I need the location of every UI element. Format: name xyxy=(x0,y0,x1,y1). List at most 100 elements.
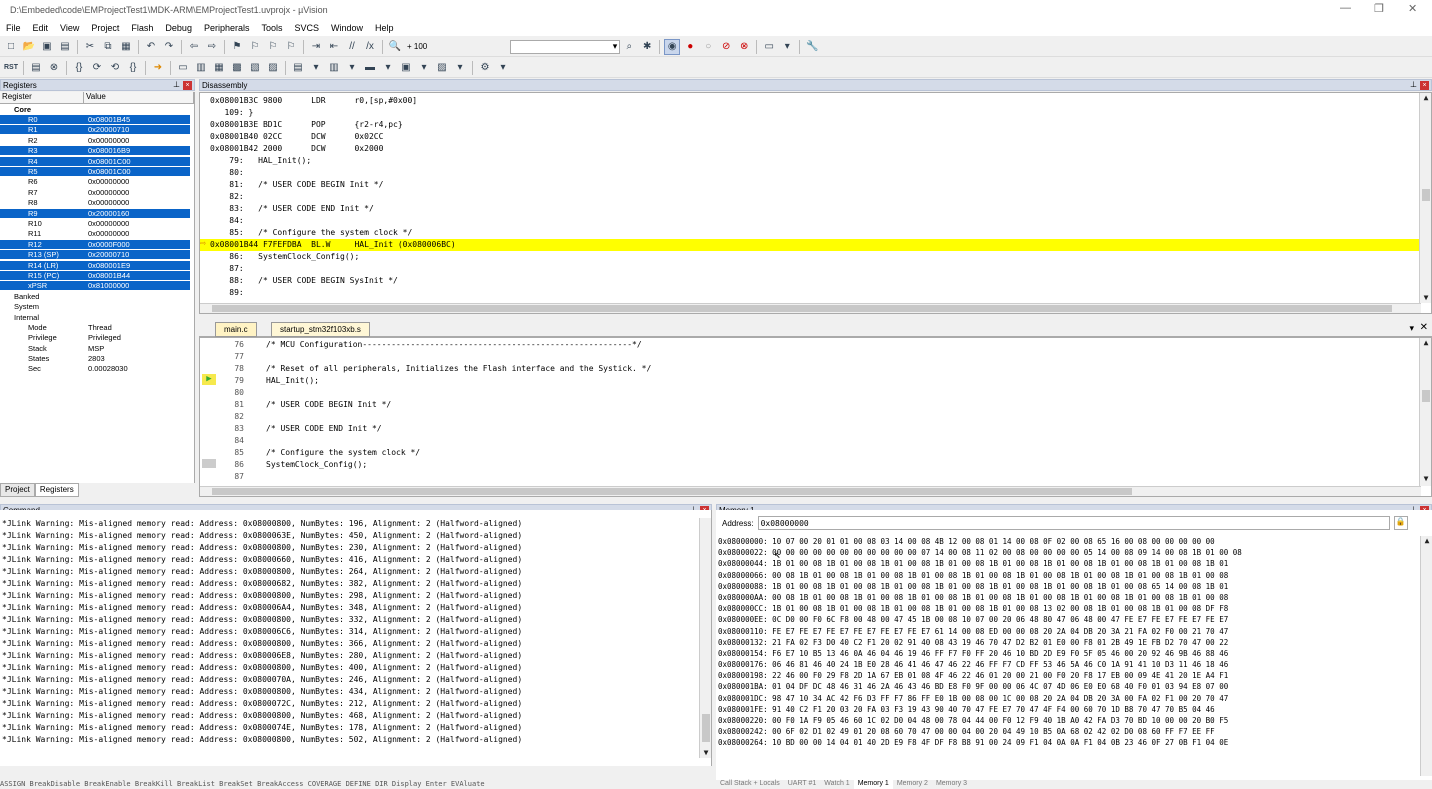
code-line[interactable]: 76 /* MCU Configuration------------------… xyxy=(200,339,1431,351)
register-row[interactable]: Stack MSP xyxy=(0,343,194,353)
breakpoint-disable-icon[interactable]: ○ xyxy=(700,39,716,55)
tab-list-dropdown-icon[interactable]: ▾ xyxy=(1409,323,1414,334)
bottom-tab[interactable]: Memory 1 xyxy=(853,780,893,789)
disassembly-line[interactable]: 79: HAL_Init(); xyxy=(200,155,1431,167)
debug-session-icon[interactable]: ◉ xyxy=(664,38,681,55)
run-icon[interactable]: ▤ xyxy=(28,60,44,76)
register-value[interactable]: 0x20000160 xyxy=(84,208,190,218)
scroll-thumb[interactable] xyxy=(1422,189,1430,201)
address-input[interactable] xyxy=(757,516,1390,530)
disassembly-line[interactable]: 0x08001B44 F7FEFDBA BL.W HAL_Init (0x080… xyxy=(200,239,1431,251)
vertical-scrollbar[interactable]: ▲ ▼ xyxy=(1419,93,1431,303)
disassembly-line[interactable]: 82: xyxy=(200,191,1431,203)
watch-window-icon[interactable]: ▨ xyxy=(265,60,281,76)
disassembly-line[interactable]: 0x08001B3C 9800 LDR r0,[sp,#0x00] xyxy=(200,95,1431,107)
code-line[interactable]: 86 SystemClock_Config(); xyxy=(200,459,1431,471)
memory-dump[interactable]: 0x08000000: 10 07 00 20 01 01 00 08 03 1… xyxy=(716,536,1432,749)
column-value[interactable]: Value xyxy=(84,92,194,103)
disassembly-line[interactable]: 0x08001B42 2000 DCW 0x2000 xyxy=(200,143,1431,155)
memory-row[interactable]: 0x080001BA: 01 04 DF DC 48 46 31 46 2A 4… xyxy=(716,681,1432,692)
register-value[interactable]: 0x080016B9 xyxy=(84,146,190,156)
register-row[interactable]: xPSR 0x81000000 xyxy=(0,281,194,291)
find-in-files-icon[interactable]: 🔍 xyxy=(387,39,403,55)
register-row[interactable]: R4 0x08001C00 xyxy=(0,156,194,166)
disassembly-window-icon[interactable]: ▥ xyxy=(193,60,209,76)
bottom-tab[interactable]: Memory 2 xyxy=(893,780,932,789)
minimize-button[interactable]: — xyxy=(1340,2,1351,14)
code-line[interactable]: 80 xyxy=(200,387,1431,399)
register-value[interactable]: 0x00000000 xyxy=(84,188,190,197)
code-line[interactable]: 81 /* USER CODE BEGIN Init */ xyxy=(200,399,1431,411)
code-line[interactable]: 78/* Reset of all peripherals, Initializ… xyxy=(200,363,1431,375)
tab-project[interactable]: Project xyxy=(0,483,35,497)
dropdown-icon[interactable]: ▾ xyxy=(416,60,432,76)
new-file-icon[interactable]: □ xyxy=(3,39,19,55)
run-to-cursor-icon[interactable]: {} xyxy=(125,60,141,76)
disassembly-line[interactable]: 85: /* Configure the system clock */ xyxy=(200,227,1431,239)
dropdown-icon[interactable]: ▾ xyxy=(495,60,511,76)
configure-icon[interactable]: 🔧 xyxy=(804,39,820,55)
toolbox-icon[interactable]: ⚙ xyxy=(477,60,493,76)
memory-row[interactable]: 0x08000110: FE E7 FE E7 FE E7 FE E7 FE E… xyxy=(716,626,1432,637)
memory-row[interactable]: 0x08000154: F6 E7 10 B5 13 46 0A 46 04 4… xyxy=(716,648,1432,659)
close-icon[interactable]: × xyxy=(183,81,192,90)
save-all-icon[interactable]: ▤ xyxy=(57,39,73,55)
menu-item[interactable]: Window xyxy=(325,23,369,33)
menu-item[interactable]: SVCS xyxy=(289,23,326,33)
scroll-down-icon[interactable]: ▼ xyxy=(1420,474,1432,484)
menu-item[interactable]: File xyxy=(0,23,27,33)
register-row[interactable]: R12 0x0000F000 xyxy=(0,239,194,249)
dropdown-icon[interactable]: ▾ xyxy=(344,60,360,76)
code-line[interactable]: 77 xyxy=(200,351,1431,363)
disassembly-line[interactable]: 86: SystemClock_Config(); xyxy=(200,251,1431,263)
indent-icon[interactable]: ⇥ xyxy=(308,39,324,55)
memory-row[interactable]: 0x080000CC: 1B 01 00 08 1B 01 00 08 1B 0… xyxy=(716,603,1432,614)
register-value[interactable]: 2803 xyxy=(84,354,190,363)
dropdown-icon[interactable]: ▾ xyxy=(308,60,324,76)
register-value[interactable]: 0x0000F000 xyxy=(84,239,190,249)
register-row[interactable]: R7 0x00000000 xyxy=(0,187,194,197)
bottom-tab[interactable]: Call Stack + Locals xyxy=(716,780,784,789)
incremental-find-icon[interactable]: ✱ xyxy=(639,39,655,55)
serial-window-icon[interactable]: ▥ xyxy=(326,60,342,76)
memory-row[interactable]: 0x08000066: 00 08 1B 01 00 08 1B 01 00 0… xyxy=(716,570,1432,581)
horizontal-scrollbar[interactable] xyxy=(200,303,1421,313)
memory-row[interactable]: 0x08000000: 10 07 00 20 01 01 00 08 03 1… xyxy=(716,536,1432,547)
cut-icon[interactable]: ✂ xyxy=(82,39,98,55)
step-over-icon[interactable]: ⟳ xyxy=(89,60,105,76)
scroll-down-icon[interactable]: ▼ xyxy=(700,748,712,758)
tab-main-c[interactable]: main.c xyxy=(215,322,257,337)
register-row[interactable]: Core xyxy=(0,104,194,114)
code-line[interactable]: 85 /* Configure the system clock */ xyxy=(200,447,1431,459)
trace-window-icon[interactable]: ▣ xyxy=(398,60,414,76)
register-value[interactable]: 0x00000000 xyxy=(84,229,190,238)
tab-startup-file[interactable]: startup_stm32f103xb.s xyxy=(271,322,370,337)
step-out-icon[interactable]: ⟲ xyxy=(107,60,123,76)
disassembly-line[interactable]: 0x08001B40 02CC DCW 0x02CC xyxy=(200,131,1431,143)
bottom-tab[interactable]: Memory 3 xyxy=(932,780,971,789)
disassembly-line[interactable]: 89: xyxy=(200,287,1431,299)
reset-button[interactable]: RST xyxy=(3,60,19,76)
analysis-window-icon[interactable]: ▬ xyxy=(362,60,378,76)
close-icon[interactable]: × xyxy=(1420,81,1429,90)
register-value[interactable]: 0x20000710 xyxy=(84,250,190,260)
lock-icon[interactable]: 🔒 xyxy=(1393,516,1408,530)
register-row[interactable]: Sec 0.00028030 xyxy=(0,364,194,374)
register-row[interactable]: R1 0x20000710 xyxy=(0,125,194,135)
disassembly-line[interactable]: 109: } xyxy=(200,107,1431,119)
register-row[interactable]: R10 0x00000000 xyxy=(0,218,194,228)
disassembly-line[interactable]: 0x08001B3E BD1C POP {r2-r4,pc} xyxy=(200,119,1431,131)
memory-row[interactable]: 0x080001DC: 98 47 10 34 AC 42 F6 D3 FF F… xyxy=(716,693,1432,704)
save-icon[interactable]: ▣ xyxy=(39,39,55,55)
redo-icon[interactable]: ↷ xyxy=(161,39,177,55)
paste-icon[interactable]: ▦ xyxy=(118,39,134,55)
scroll-up-icon[interactable]: ▲ xyxy=(1421,536,1432,546)
register-value[interactable]: 0x00000000 xyxy=(84,136,190,145)
register-value[interactable]: Thread xyxy=(84,323,190,332)
register-row[interactable]: Banked xyxy=(0,291,194,301)
comment-icon[interactable]: // xyxy=(344,39,360,55)
maximize-button[interactable]: ❐ xyxy=(1374,2,1384,15)
disassembly-line[interactable]: 84: xyxy=(200,215,1431,227)
undo-icon[interactable]: ↶ xyxy=(143,39,159,55)
step-into-icon[interactable]: {} xyxy=(71,60,87,76)
